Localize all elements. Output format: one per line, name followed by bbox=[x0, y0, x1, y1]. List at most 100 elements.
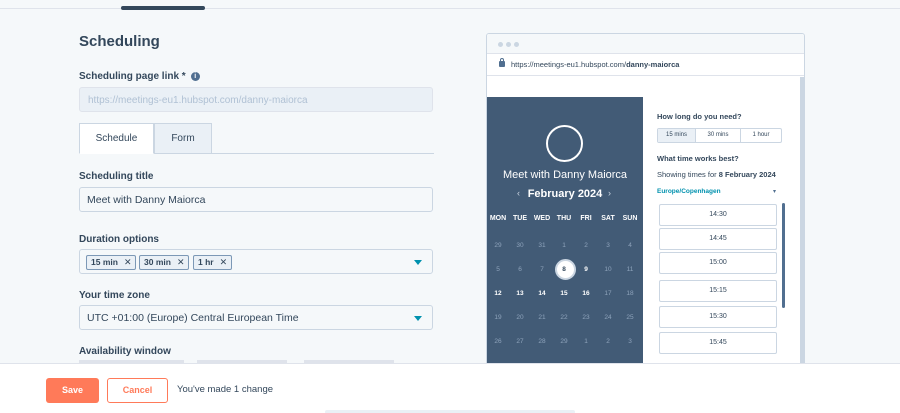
weekday-header: WED bbox=[533, 215, 551, 222]
chip-label: 1 hr bbox=[198, 257, 214, 267]
window-dot bbox=[498, 42, 503, 47]
preview-url: https://meetings-eu1.hubspot.com/danny-m… bbox=[511, 60, 680, 69]
calendar-day[interactable]: 13 bbox=[509, 290, 531, 297]
time-slot[interactable]: 15:45 bbox=[659, 332, 777, 354]
calendar-day: 28 bbox=[538, 338, 546, 345]
scheduling-link-field[interactable]: https://meetings-eu1.hubspot.com/danny-m… bbox=[79, 87, 433, 112]
calendar-day: 1 bbox=[562, 242, 566, 249]
duration-chip[interactable]: 15 min ✕ bbox=[86, 255, 137, 270]
close-icon[interactable]: ✕ bbox=[124, 257, 132, 267]
calendar-day[interactable]: 12 bbox=[487, 290, 509, 297]
chevron-down-icon[interactable]: ▾ bbox=[773, 188, 776, 195]
scheduling-title-input[interactable]: Meet with Danny Maiorca bbox=[79, 187, 433, 212]
link-label: Scheduling page link * bbox=[79, 71, 186, 82]
duration-option[interactable]: 1 hour bbox=[741, 129, 781, 142]
info-icon[interactable]: i bbox=[190, 72, 200, 81]
change-message: You've made 1 change bbox=[177, 384, 274, 395]
duration-label: Duration options bbox=[79, 234, 159, 245]
calendar-day: 17 bbox=[604, 290, 612, 297]
weekday-header: MON bbox=[489, 215, 507, 222]
weekday-header: THU bbox=[556, 215, 572, 222]
calendar-month: February 2024 bbox=[527, 188, 603, 200]
calendar-day: 4 bbox=[628, 242, 632, 249]
link-label-row: Scheduling page link * i bbox=[79, 71, 200, 82]
availability-label: Availability window bbox=[79, 346, 171, 357]
weekday-header: SUN bbox=[622, 215, 638, 222]
calendar-day: 24 bbox=[604, 314, 612, 321]
calendar-day: 29 bbox=[494, 242, 502, 249]
time-slot[interactable]: 15:30 bbox=[659, 306, 777, 328]
time-slot[interactable]: 14:45 bbox=[659, 228, 777, 250]
calendar-day: 22 bbox=[560, 314, 568, 321]
calendar-day: 1 bbox=[584, 338, 588, 345]
cancel-button[interactable]: Cancel bbox=[107, 378, 168, 403]
timezone-label: Your time zone bbox=[79, 290, 150, 301]
slots-scrollbar[interactable] bbox=[782, 203, 785, 308]
calendar-day: 3 bbox=[606, 242, 610, 249]
duration-chip[interactable]: 1 hr ✕ bbox=[193, 255, 233, 270]
footer-bar: Save Cancel You've made 1 change bbox=[0, 363, 900, 413]
tab-form[interactable]: Form bbox=[154, 123, 212, 154]
duration-chip[interactable]: 30 min ✕ bbox=[139, 255, 190, 270]
time-question: What time works best? bbox=[657, 154, 739, 163]
calendar-day: 29 bbox=[560, 338, 568, 345]
time-slot[interactable]: 15:00 bbox=[659, 252, 777, 274]
calendar-day: 31 bbox=[538, 242, 546, 249]
close-icon[interactable]: ✕ bbox=[220, 257, 228, 267]
duration-select[interactable]: 15 min ✕ 30 min ✕ 1 hr ✕ bbox=[79, 249, 433, 274]
section-heading: Scheduling bbox=[79, 33, 160, 50]
duration-question: How long do you need? bbox=[657, 112, 742, 121]
time-picker-panel: How long do you need? 15 mins 30 mins 1 … bbox=[657, 97, 797, 363]
calendar-day: 2 bbox=[606, 338, 610, 345]
lock-icon bbox=[499, 58, 505, 67]
calendar-day: 11 bbox=[626, 266, 634, 273]
duration-option[interactable]: 15 mins bbox=[658, 129, 696, 142]
weekday-header: SAT bbox=[601, 215, 615, 222]
calendar-day: 10 bbox=[604, 266, 612, 273]
duration-option[interactable]: 30 mins bbox=[696, 129, 741, 142]
calendar-day[interactable]: 9 bbox=[575, 266, 597, 273]
meeting-title: Meet with Danny Maiorca bbox=[502, 169, 628, 181]
calendar-panel: Meet with Danny Maiorca ‹ February 2024 … bbox=[487, 97, 643, 363]
calendar-day[interactable]: 15 bbox=[553, 290, 575, 297]
close-icon[interactable]: ✕ bbox=[177, 257, 185, 267]
calendar-day: 18 bbox=[626, 290, 634, 297]
time-slot[interactable]: 15:15 bbox=[659, 280, 777, 302]
meeting-preview: https://meetings-eu1.hubspot.com/danny-m… bbox=[486, 33, 805, 364]
avatar bbox=[546, 125, 583, 162]
window-dot bbox=[514, 42, 519, 47]
showing-times-text: Showing times for 8 February 2024 bbox=[657, 170, 776, 179]
calendar-day[interactable]: 8 bbox=[553, 266, 575, 273]
weekday-header: TUE bbox=[513, 215, 527, 222]
calendar-day: 6 bbox=[518, 266, 522, 273]
calendar-day: 23 bbox=[582, 314, 590, 321]
chip-label: 30 min bbox=[144, 257, 171, 267]
calendar-day: 19 bbox=[494, 314, 502, 321]
calendar-day: 20 bbox=[516, 314, 524, 321]
chevron-down-icon[interactable] bbox=[414, 260, 422, 265]
calendar-day: 27 bbox=[516, 338, 524, 345]
calendar-day: 2 bbox=[584, 242, 588, 249]
address-bar: https://meetings-eu1.hubspot.com/danny-m… bbox=[487, 54, 804, 76]
time-slot[interactable]: 14:30 bbox=[659, 204, 777, 226]
title-label: Scheduling title bbox=[79, 171, 154, 182]
save-button[interactable]: Save bbox=[46, 378, 99, 403]
calendar-day: 7 bbox=[540, 266, 544, 273]
calendar-day: 26 bbox=[494, 338, 502, 345]
calendar-day[interactable]: 16 bbox=[575, 290, 597, 297]
calendar-day: 25 bbox=[626, 314, 634, 321]
calendar-day: 3 bbox=[628, 338, 632, 345]
preview-scrollbar[interactable] bbox=[800, 77, 804, 363]
chevron-right-icon[interactable]: › bbox=[608, 188, 611, 198]
chevron-down-icon[interactable] bbox=[414, 316, 422, 321]
active-tab-indicator bbox=[121, 6, 205, 10]
chip-label: 15 min bbox=[91, 257, 118, 267]
duration-toggle: 15 mins 30 mins 1 hour bbox=[657, 128, 782, 143]
form-tabs: Schedule Form bbox=[79, 123, 434, 154]
timezone-selector[interactable]: Europe/Copenhagen bbox=[657, 188, 721, 195]
timezone-select[interactable]: UTC +01:00 (Europe) Central European Tim… bbox=[79, 305, 433, 330]
tab-schedule[interactable]: Schedule bbox=[79, 123, 154, 154]
window-dot bbox=[506, 42, 511, 47]
calendar-day[interactable]: 14 bbox=[531, 290, 553, 297]
browser-titlebar bbox=[487, 34, 804, 54]
